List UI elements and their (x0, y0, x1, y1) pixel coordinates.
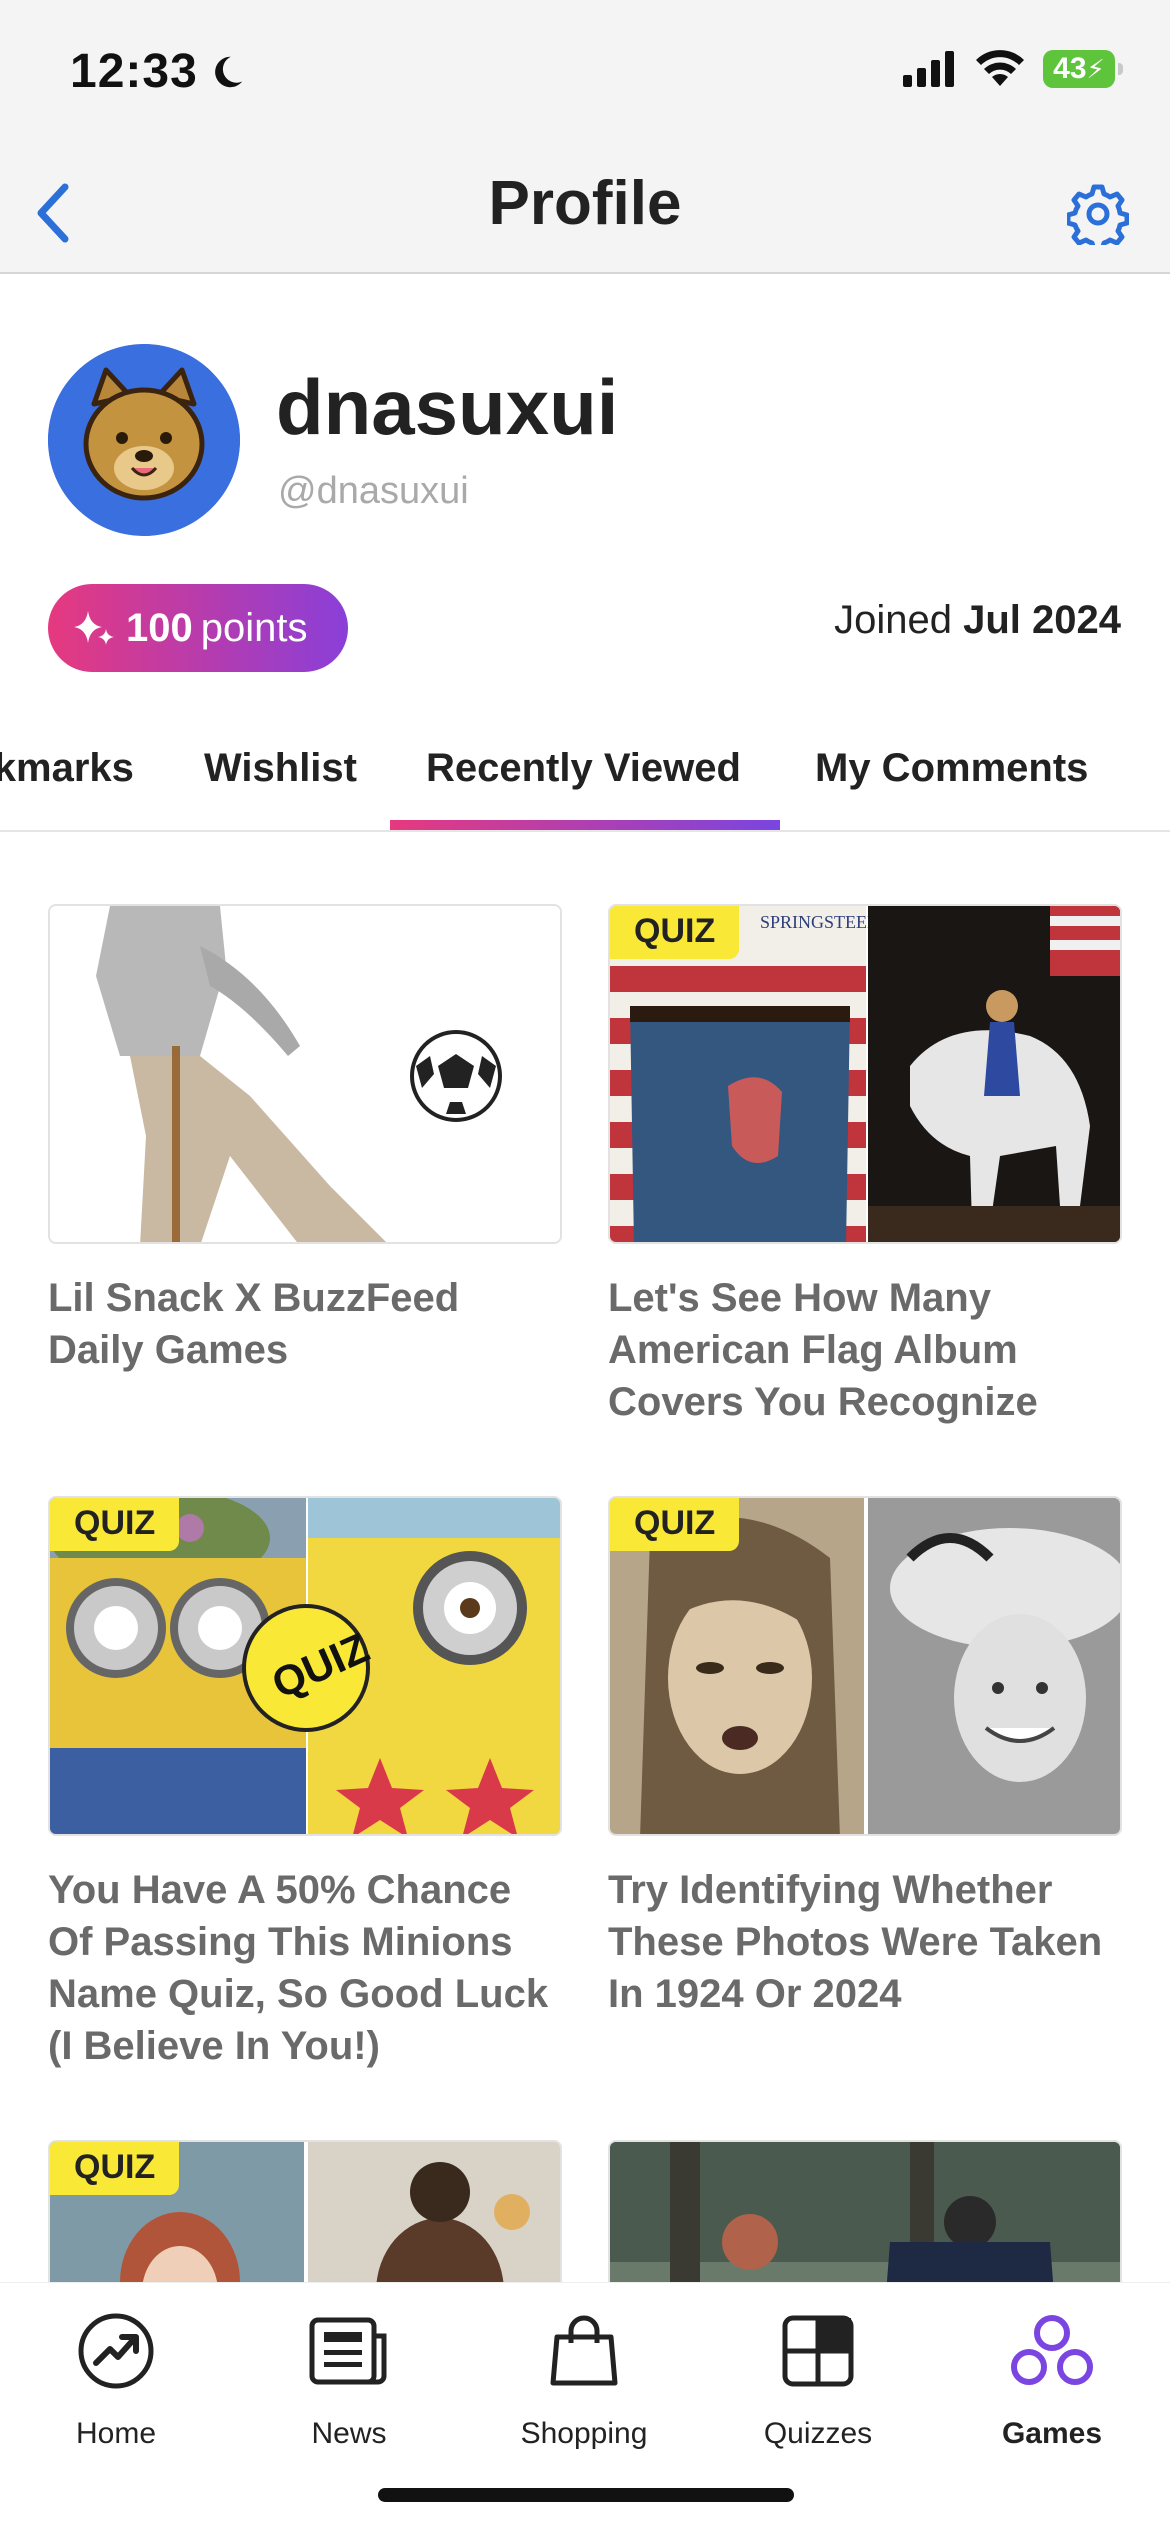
album-title-text: SPRINGSTEEN (760, 912, 880, 932)
games-icon (1002, 2301, 1102, 2401)
card-title: Try Identifying Whether These Photos Wer… (608, 1868, 1103, 2016)
tab-bar-games[interactable]: Games (952, 2301, 1152, 2451)
quiz-tag: QUIZ (50, 2142, 180, 2195)
active-tab-indicator (390, 820, 780, 830)
tab-bar-label: Games (1001, 2417, 1103, 2450)
card-title: Let's See How Many American Flag Album C… (608, 1276, 1038, 1424)
content-card[interactable]: QUIZ QUIZ You Have A 50% Chance Of Passi… (48, 1496, 562, 2072)
user-handle: @dnasuxui (278, 470, 469, 512)
points-label: points (200, 605, 308, 650)
quiz-tag: QUIZ (610, 1498, 740, 1551)
avatar[interactable] (48, 344, 240, 536)
card-title: Lil Snack X BuzzFeed Daily Games (48, 1276, 460, 1372)
tab-bar-quizzes[interactable]: Quizzes (718, 2301, 918, 2451)
content-card[interactable]: Lil Snack X BuzzFeed Daily Games (48, 904, 562, 1376)
points-value: 100 (126, 605, 193, 650)
tab-bar-label: Quizzes (763, 2417, 873, 2450)
cellular-signal-icon (903, 51, 954, 87)
dog-avatar-icon (48, 344, 240, 536)
card-thumbnail (48, 904, 562, 1244)
shopping-bag-icon (534, 2301, 634, 2401)
tab-bar-news[interactable]: News (249, 2301, 449, 2451)
battery-level: 43 (1053, 52, 1087, 85)
status-bar: 12:33 43 ⚡ (0, 0, 1170, 150)
moon-icon (214, 56, 242, 87)
page-title: Profile (488, 169, 682, 238)
tab-bar-label: Home (75, 2417, 157, 2450)
joined-date: Joined Jul 2024 (834, 598, 1121, 643)
tab-recently-viewed[interactable]: Recently Viewed (426, 746, 741, 791)
trending-icon (66, 2301, 166, 2401)
card-title: You Have A 50% Chance Of Passing This Mi… (48, 1868, 549, 2068)
tab-wishlist[interactable]: Wishlist (204, 746, 357, 791)
charging-bolt: ⚡ (1086, 53, 1105, 84)
soccer-old-man-image (50, 906, 560, 1242)
content-card[interactable]: QUIZ SPRINGSTEEN Let's See How Many Amer… (608, 904, 1122, 1428)
clock: 12:33 (70, 45, 198, 98)
wifi-icon (976, 50, 1024, 86)
sparkle-icon (74, 611, 114, 645)
card-thumbnail: QUIZ (608, 1496, 1122, 1836)
grid-icon (768, 2301, 868, 2401)
username: dnasuxui (276, 363, 619, 451)
card-thumbnail: QUIZ QUIZ (48, 1496, 562, 1836)
settings-button[interactable] (1058, 174, 1138, 254)
tab-my-comments[interactable]: My Comments (815, 746, 1088, 791)
content-card[interactable]: QUIZ Try Identifying Whether These Photo… (608, 1496, 1122, 2020)
joined-value: Jul 2024 (963, 598, 1121, 642)
nav-header: Profile (0, 150, 1170, 274)
status-icons: 43 ⚡ (903, 50, 1123, 88)
status-time: 12:33 (70, 44, 246, 99)
tab-bar-home[interactable]: Home (16, 2301, 216, 2451)
tab-bar-shopping[interactable]: Shopping (484, 2301, 684, 2451)
battery-icon: 43 ⚡ (1043, 50, 1123, 88)
tab-bar-label: News (311, 2417, 387, 2450)
tab-bookmarks[interactable]: Bookmarks (0, 746, 134, 791)
profile-tabs: Bookmarks Wishlist Recently Viewed My Co… (0, 720, 1170, 832)
gear-icon (1067, 184, 1129, 245)
quiz-tag: QUIZ (50, 1498, 180, 1551)
card-thumbnail: QUIZ SPRINGSTEEN (608, 904, 1122, 1244)
newspaper-icon (299, 2301, 399, 2401)
joined-label: Joined (834, 598, 952, 642)
tab-bar-label: Shopping (520, 2417, 648, 2450)
points-badge[interactable]: 100 points (48, 584, 348, 672)
home-indicator (378, 2488, 794, 2502)
quiz-tag: QUIZ (610, 906, 740, 959)
